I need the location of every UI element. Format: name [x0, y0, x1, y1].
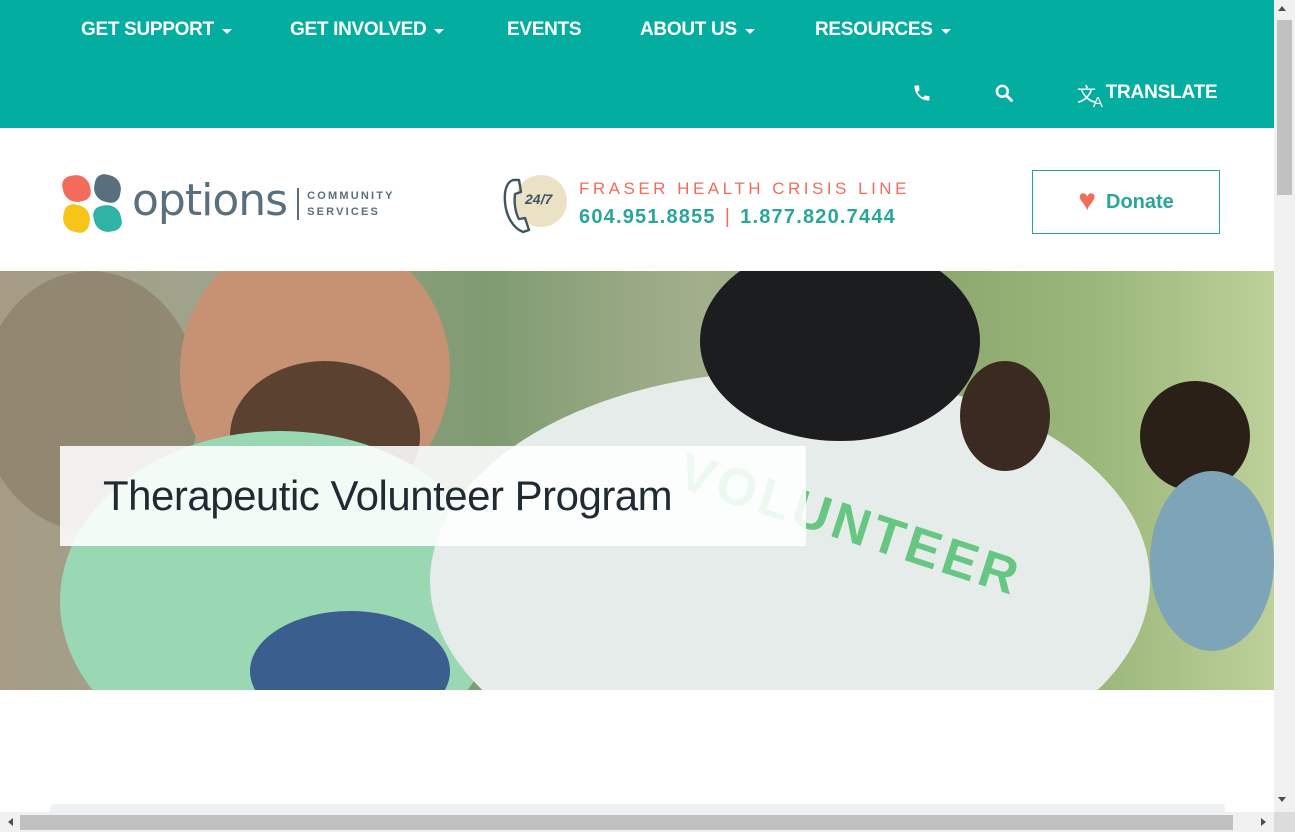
translate-icon: 文A — [1077, 84, 1103, 111]
vertical-scrollbar-thumb[interactable] — [1277, 20, 1292, 195]
crisis-phone-local[interactable]: 604.951.8855 — [579, 206, 716, 229]
scroll-down-arrow-icon[interactable] — [1278, 797, 1286, 802]
nav-get-involved[interactable]: GET INVOLVED — [290, 19, 445, 41]
crisis-line: 24/7 FRASER HEALTH CRISIS LINE 604.951.8… — [503, 172, 910, 236]
heart-icon: ♥ — [1078, 184, 1096, 217]
logo-subtitle-line2: SERVICES — [307, 206, 381, 218]
logo-subtitle-line1: COMMUNITY — [307, 190, 395, 202]
translate-label: TRANSLATE — [1105, 82, 1218, 103]
crisis-phone-icon: 24/7 — [503, 172, 567, 236]
hero-banner: VOLUNTEER Therapeutic Volunteer Program — [0, 271, 1274, 690]
caret-down-icon — [940, 28, 951, 34]
search-button[interactable] — [994, 78, 1014, 108]
hero-title-box: Therapeutic Volunteer Program — [60, 446, 806, 546]
nav-events-label: EVENTS — [507, 19, 582, 40]
main-nav: GET SUPPORT GET INVOLVED EVENTS ABOUT US… — [0, 0, 1274, 64]
page-title: Therapeutic Volunteer Program — [103, 472, 673, 519]
scroll-left-arrow-icon[interactable] — [8, 818, 13, 826]
logo-wordmark: options — [132, 175, 288, 226]
nav-get-support[interactable]: GET SUPPORT — [81, 19, 232, 41]
crisis-badge-label: 24/7 — [525, 191, 553, 207]
top-navigation-bar: GET SUPPORT GET INVOLVED EVENTS ABOUT US… — [0, 0, 1274, 128]
nav-get-support-label: GET SUPPORT — [81, 19, 214, 40]
nav-resources-label: RESOURCES — [815, 19, 933, 40]
crisis-numbers: 604.951.8855 | 1.877.820.7444 — [579, 206, 910, 229]
nav-resources[interactable]: RESOURCES — [815, 19, 951, 41]
logo-divider — [297, 188, 300, 220]
logo-mark-icon — [60, 172, 124, 235]
horizontal-scrollbar-thumb[interactable] — [20, 815, 1233, 830]
caret-down-icon — [221, 28, 232, 34]
site-header: options COMMUNITY SERVICES 24/7 FRASER H… — [0, 128, 1274, 271]
translate-button[interactable]: 文A TRANSLATE — [1077, 78, 1218, 111]
search-icon — [995, 84, 1013, 102]
scrollbar-corner — [1274, 812, 1295, 832]
nav-get-involved-label: GET INVOLVED — [290, 19, 427, 40]
nav-events[interactable]: EVENTS — [507, 19, 582, 41]
nav-about-us-label: ABOUT US — [640, 19, 737, 40]
donate-label: Donate — [1106, 190, 1174, 213]
scroll-right-arrow-icon[interactable] — [1261, 818, 1266, 826]
phone-button[interactable] — [912, 78, 932, 108]
crisis-text: FRASER HEALTH CRISIS LINE 604.951.8855 |… — [579, 179, 910, 229]
nav-about-us[interactable]: ABOUT US — [640, 19, 755, 41]
caret-down-icon — [434, 28, 445, 34]
site-logo[interactable]: options COMMUNITY SERVICES — [60, 172, 422, 236]
donate-button[interactable]: ♥ Donate — [1032, 170, 1220, 234]
crisis-title: FRASER HEALTH CRISIS LINE — [579, 179, 910, 198]
phone-icon — [914, 85, 930, 101]
crisis-separator: | — [724, 206, 732, 228]
caret-down-icon — [744, 28, 755, 34]
logo-subtitle: COMMUNITY SERVICES — [307, 188, 395, 220]
crisis-phone-tollfree[interactable]: 1.877.820.7444 — [740, 206, 896, 229]
scroll-up-arrow-icon[interactable] — [1278, 6, 1286, 11]
